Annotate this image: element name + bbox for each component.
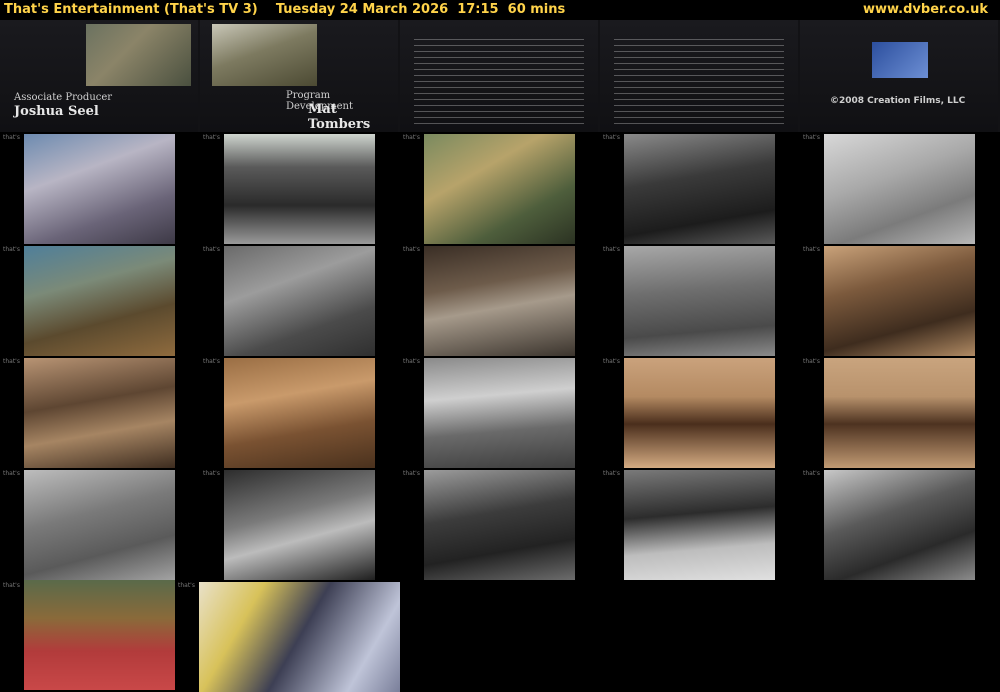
thumb-marker: that's xyxy=(3,134,20,141)
thumb-marker: that's xyxy=(403,246,420,253)
thumb-marker: that's xyxy=(203,134,220,141)
credit-music-list-2 xyxy=(600,20,798,132)
thumbnail-2[interactable] xyxy=(224,134,375,244)
copyright-text: ©2008 Creation Films, LLC xyxy=(830,96,966,106)
thumb-marker: that's xyxy=(803,358,820,365)
thumb-marker: that's xyxy=(803,246,820,253)
credit-associate-producer: Associate Producer Joshua Seel xyxy=(0,20,198,132)
thumbnail-3[interactable] xyxy=(424,134,575,244)
thumbnail-18[interactable] xyxy=(424,470,575,580)
thumbnail-20[interactable] xyxy=(824,470,975,580)
thumbnail-16[interactable] xyxy=(24,470,175,580)
thumb-marker: that's xyxy=(203,470,220,477)
thumb-marker: that's xyxy=(178,582,195,589)
thumbnail-12[interactable] xyxy=(224,358,375,468)
thumbnail-13[interactable] xyxy=(424,358,575,468)
thumb-marker: that's xyxy=(803,134,820,141)
programme-title: That's Entertainment (That's TV 3) Tuesd… xyxy=(4,2,566,17)
credit-music-list-1 xyxy=(400,20,598,132)
thumbnail-21[interactable] xyxy=(24,580,175,690)
thumb-marker: that's xyxy=(603,246,620,253)
thumbnail-10[interactable] xyxy=(824,246,975,356)
thumbnail-15[interactable] xyxy=(824,358,975,468)
thumb-marker: that's xyxy=(403,358,420,365)
thumb-marker: that's xyxy=(203,246,220,253)
thumbnail-17[interactable] xyxy=(224,470,375,580)
header-bar: That's Entertainment (That's TV 3) Tuesd… xyxy=(0,0,1000,20)
thumbnail-8[interactable] xyxy=(424,246,575,356)
credit-image xyxy=(212,24,317,86)
thumbnail-14[interactable] xyxy=(624,358,775,468)
thumbnail-22[interactable] xyxy=(199,582,400,692)
thumb-marker: that's xyxy=(3,246,20,253)
site-link[interactable]: www.dvber.co.uk xyxy=(863,0,988,19)
credit-text-lines xyxy=(614,34,784,124)
thumb-marker: that's xyxy=(603,358,620,365)
creation-films-logo xyxy=(872,42,928,78)
thumb-marker: that's xyxy=(403,470,420,477)
credit-program-development: Program Development Mat Tombers xyxy=(200,20,398,132)
thumb-marker: that's xyxy=(3,470,20,477)
credit-copyright: ©2008 Creation Films, LLC xyxy=(800,20,998,132)
thumb-marker: that's xyxy=(803,470,820,477)
thumbnail-9[interactable] xyxy=(624,246,775,356)
thumb-marker: that's xyxy=(403,134,420,141)
thumb-marker: that's xyxy=(603,470,620,477)
thumb-marker: that's xyxy=(3,358,20,365)
thumbnail-6[interactable] xyxy=(24,246,175,356)
thumb-marker: that's xyxy=(3,582,20,589)
thumbnail-11[interactable] xyxy=(24,358,175,468)
thumbnail-19[interactable] xyxy=(624,470,775,580)
credit-image xyxy=(86,24,191,86)
credit-role: Associate Producer xyxy=(14,92,113,103)
thumbnail-7[interactable] xyxy=(224,246,375,356)
thumbnail-1[interactable] xyxy=(24,134,175,244)
thumb-marker: that's xyxy=(603,134,620,141)
thumbnail-4[interactable] xyxy=(624,134,775,244)
thumbnail-5[interactable] xyxy=(824,134,975,244)
credit-person: Joshua Seel xyxy=(14,104,99,119)
credits-strip: Associate Producer Joshua Seel Program D… xyxy=(0,20,1000,132)
credit-text-lines xyxy=(414,34,584,124)
credit-person: Mat Tombers xyxy=(308,102,371,132)
thumb-marker: that's xyxy=(203,358,220,365)
